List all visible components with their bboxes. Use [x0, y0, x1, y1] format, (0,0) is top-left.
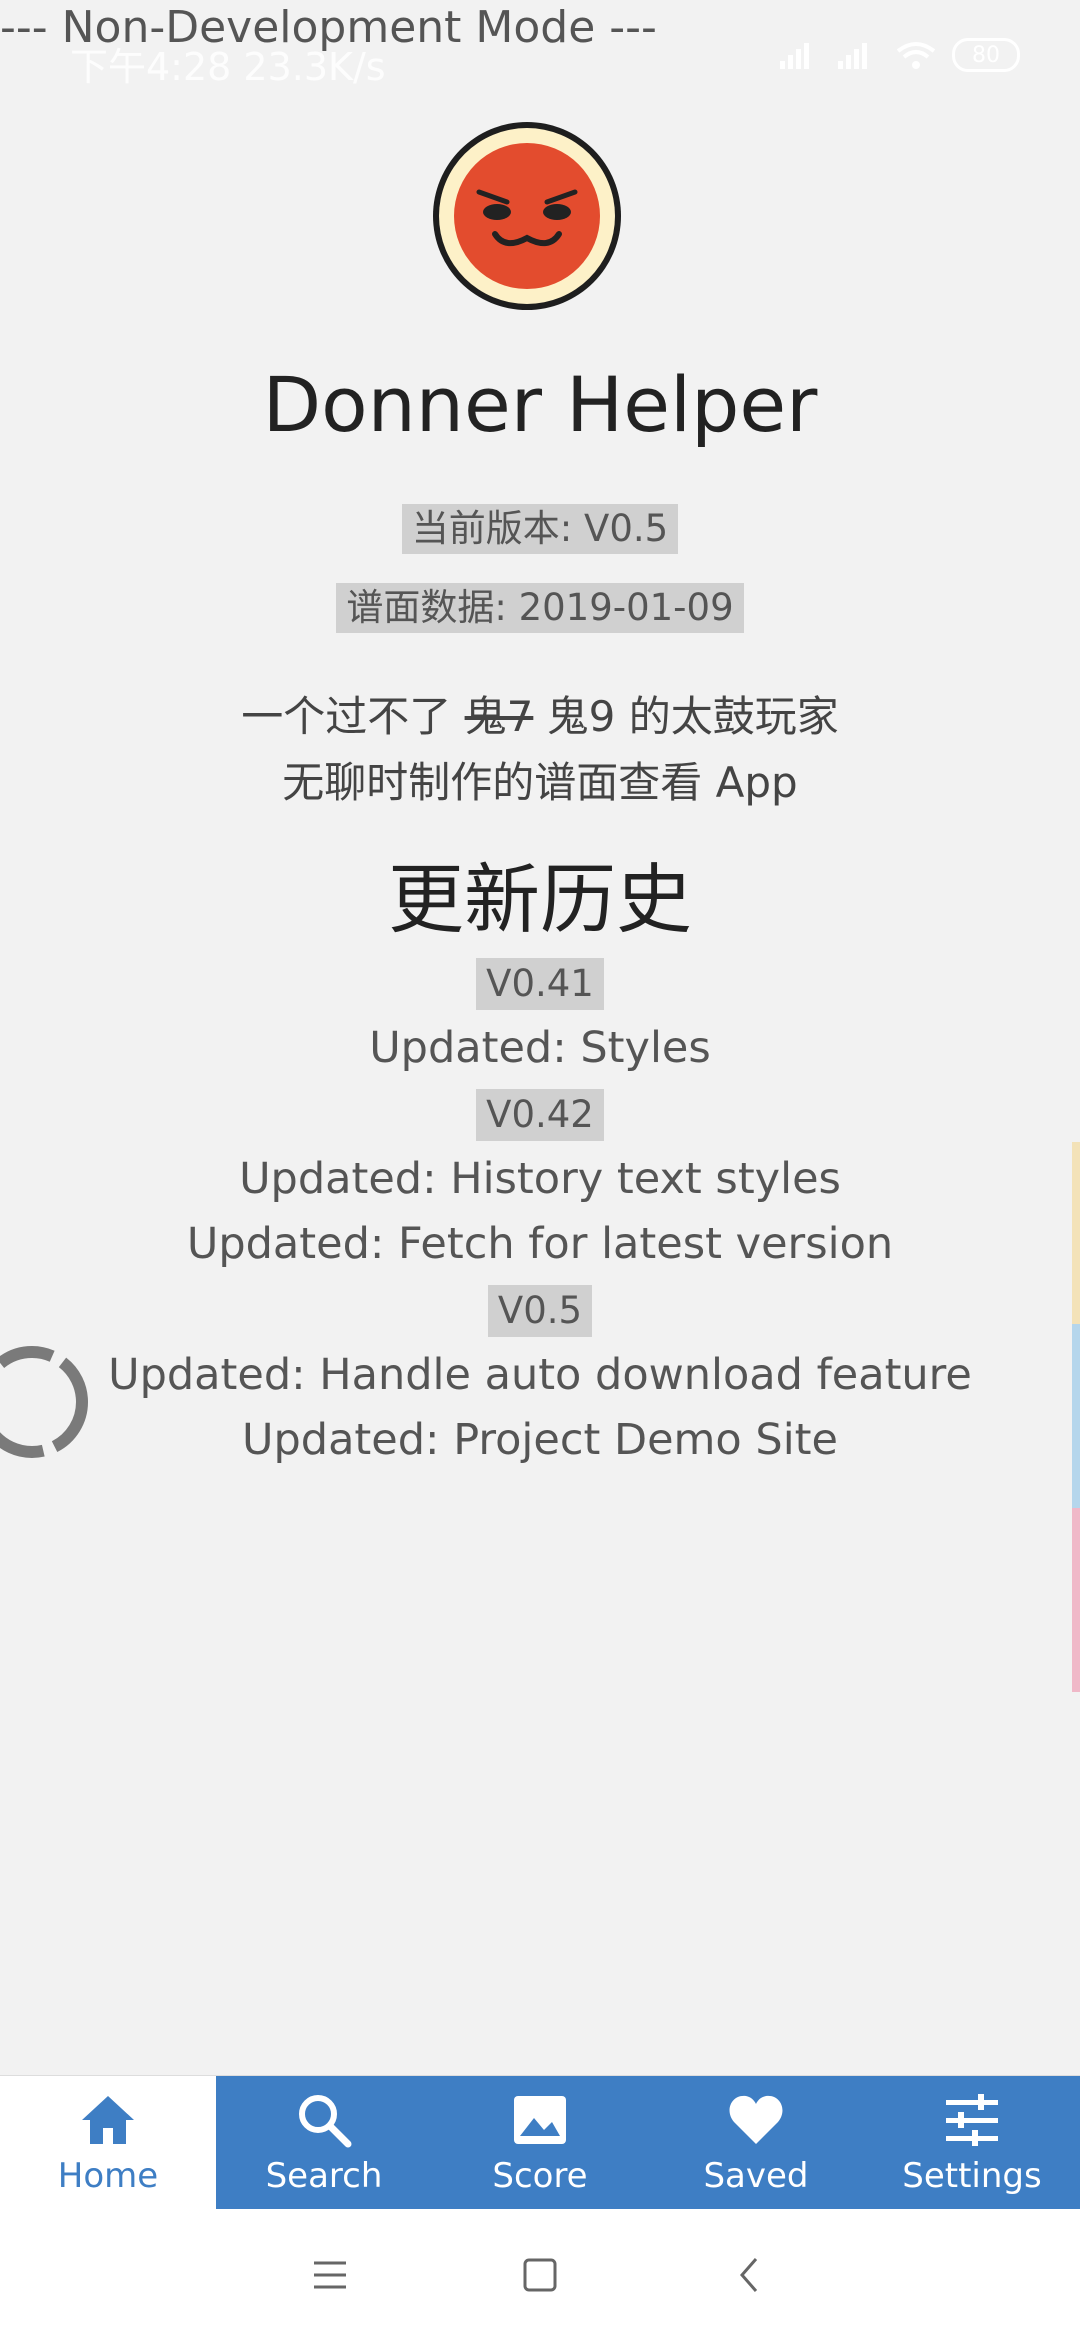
nav-home-label: Home — [57, 2156, 159, 2196]
system-nav-bar — [0, 2209, 1080, 2340]
nav-saved-label: Saved — [703, 2156, 809, 2196]
home-icon — [82, 2096, 134, 2144]
tagline-strike: 鬼7 — [464, 692, 534, 741]
nav-settings-label: Settings — [902, 2156, 1042, 2196]
battery-icon: 80 — [952, 38, 1020, 72]
menu-icon[interactable] — [310, 2255, 350, 2295]
data-date-row: 谱面数据: 2019-01-09 — [0, 583, 1080, 633]
nav-score-label: Score — [492, 2156, 588, 2196]
history-list: V0.41 Updated: Styles V0.42 Updated: His… — [0, 950, 1080, 1473]
image-icon — [514, 2096, 566, 2144]
history-version: V0.5 Updated: Handle auto download featu… — [0, 1277, 1080, 1473]
bottom-nav: Home Search Score Saved Settings — [0, 2075, 1080, 2210]
signal-icon — [780, 43, 809, 69]
version-label: V0.41 — [476, 958, 604, 1010]
home-square-icon[interactable] — [520, 2255, 560, 2295]
tagline: 一个过不了 鬼7 鬼9 的太鼓玩家 无聊时制作的谱面查看 App — [0, 684, 1080, 816]
version-label: V0.5 — [487, 1285, 593, 1337]
data-date-badge: 谱面数据: 2019-01-09 — [336, 583, 744, 633]
history-version: V0.42 Updated: History text styles Updat… — [0, 1081, 1080, 1277]
nav-home[interactable]: Home — [0, 2076, 216, 2210]
nav-score[interactable]: Score — [432, 2076, 648, 2210]
history-version: V0.41 Updated: Styles — [0, 950, 1080, 1081]
heart-icon — [729, 2095, 783, 2144]
sliders-icon — [946, 2094, 998, 2146]
loading-spinner-icon — [0, 1346, 88, 1458]
tagline-line-2: 无聊时制作的谱面查看 App — [282, 758, 798, 807]
wifi-icon — [896, 42, 936, 69]
sidebar-strip-yellow — [1072, 1142, 1080, 1324]
history-item: Updated: Fetch for latest version — [186, 1219, 894, 1269]
tagline-rest: 鬼9 的太鼓玩家 — [533, 692, 839, 741]
version-badge: 当前版本: V0.5 — [401, 504, 679, 554]
nav-settings[interactable]: Settings — [864, 2076, 1080, 2210]
sidebar-strip-blue — [1072, 1324, 1080, 1508]
history-item: Updated: Project Demo Site — [242, 1415, 838, 1465]
search-icon — [299, 2095, 352, 2148]
status-icons: 80 — [778, 38, 1020, 72]
version-label: V0.42 — [476, 1089, 604, 1141]
app-title: Donner Helper — [262, 360, 818, 449]
history-item: Updated: Handle auto download feature — [108, 1350, 972, 1400]
history-title: 更新历史 — [388, 855, 692, 944]
version-row: 当前版本: V0.5 — [0, 504, 1080, 554]
taiko-face-logo — [433, 122, 621, 310]
dev-mode-banner: --- Non-Development Mode --- — [0, 2, 657, 53]
signal-icon-2 — [838, 43, 867, 69]
nav-saved[interactable]: Saved — [648, 2076, 864, 2210]
nav-search[interactable]: Search — [216, 2076, 432, 2210]
history-item: Updated: Styles — [369, 1023, 711, 1073]
tagline-prefix: 一个过不了 — [241, 692, 465, 741]
history-item: Updated: History text styles — [239, 1154, 841, 1204]
nav-search-label: Search — [265, 2156, 383, 2196]
back-icon[interactable] — [730, 2255, 770, 2295]
sidebar-strip-pink — [1072, 1508, 1080, 1692]
tagline-line-1: 一个过不了 鬼7 鬼9 的太鼓玩家 — [0, 684, 1080, 750]
